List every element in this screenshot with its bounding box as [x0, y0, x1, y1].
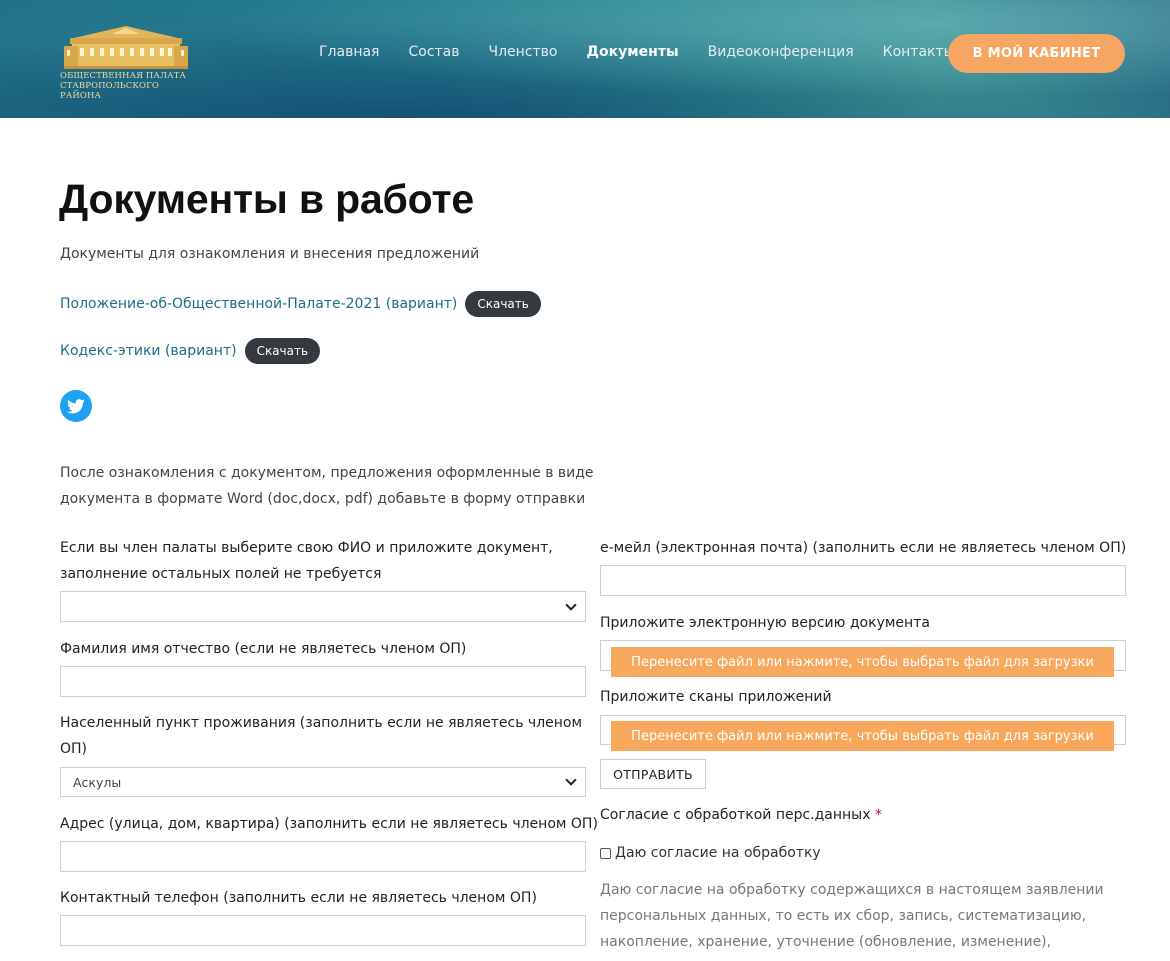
nav-item-contacts[interactable]: Контакты — [883, 44, 955, 60]
main-nav: Главная Состав Членство Документы Видеок… — [319, 44, 984, 60]
consent-checkbox-label[interactable]: Даю согласие на обработку — [615, 845, 821, 861]
page-subtitle: Документы для ознакомления и внесения пр… — [60, 246, 480, 262]
document-link[interactable]: Положение-об-Общественной-Палате-2021 (в… — [60, 296, 457, 312]
consent-label-text: Согласие с обработкой перс.данных — [600, 807, 871, 823]
download-button[interactable]: Скачать — [465, 291, 541, 317]
site-header: ОБЩЕСТВЕННАЯ ПАЛАТА СТАВРОПОЛЬСКОГО РАЙО… — [0, 0, 1170, 118]
nav-item-documents[interactable]: Документы — [587, 44, 679, 60]
phone-label: Контактный телефон (заполнить если не яв… — [60, 890, 537, 906]
twitter-icon[interactable] — [60, 390, 92, 422]
email-input[interactable] — [600, 565, 1126, 596]
logo-line2: СТАВРОПОЛЬСКОГО РАЙОНА — [60, 81, 159, 101]
document-link[interactable]: Кодекс-этики (вариант) — [60, 343, 237, 359]
consent-text: Даю согласие на обработку содержащихся в… — [600, 882, 1104, 961]
scans-upload-button[interactable]: Перенесите файл или нажмите, чтобы выбра… — [611, 721, 1114, 751]
nav-item-videoconference[interactable]: Видеоконференция — [708, 44, 854, 60]
required-mark: * — [874, 807, 882, 823]
doc-upload-label: Приложите электронную версию документа — [600, 615, 930, 631]
phone-input[interactable] — [60, 915, 586, 946]
nav-item-membership[interactable]: Членство — [489, 44, 558, 60]
submit-button[interactable]: ОТПРАВИТЬ — [600, 759, 706, 789]
scans-upload-label: Приложите сканы приложений — [600, 689, 832, 705]
address-label: Адрес (улица, дом, квартира) (заполнить … — [60, 816, 598, 832]
page-title: Документы в работе — [59, 176, 474, 222]
locality-select-value: Аскулы — [73, 774, 122, 790]
instructions-note: После ознакомления с документом, предлож… — [60, 465, 594, 507]
document-row: Положение-об-Общественной-Палате-2021 (в… — [60, 291, 541, 317]
nav-item-members[interactable]: Состав — [408, 44, 459, 60]
locality-select[interactable]: Аскулы — [60, 767, 586, 797]
logo-text: ОБЩЕСТВЕННАЯ ПАЛАТА СТАВРОПОЛЬСКОГО РАЙО… — [60, 71, 192, 101]
member-select[interactable] — [60, 591, 586, 622]
consent-label: Согласие с обработкой перс.данных * — [600, 802, 882, 828]
doc-upload-button[interactable]: Перенесите файл или нажмите, чтобы выбра… — [611, 647, 1114, 677]
chevron-down-icon — [565, 774, 577, 786]
fio-label: Фамилия имя отчество (если не являетесь … — [60, 641, 467, 657]
consent-checkbox[interactable] — [600, 847, 611, 859]
fio-input[interactable] — [60, 666, 586, 697]
member-select-label: Если вы член палаты выберите свою ФИО и … — [60, 540, 553, 582]
nav-item-home[interactable]: Главная — [319, 44, 379, 60]
my-cabinet-button[interactable]: В МОЙ КАБИНЕТ — [948, 34, 1125, 73]
email-label: е-мейл (электронная почта) (заполнить ес… — [600, 540, 1127, 556]
logo-line1: ОБЩЕСТВЕННАЯ ПАЛАТА — [60, 71, 186, 81]
address-input[interactable] — [60, 841, 586, 872]
twitter-bird-icon — [67, 398, 85, 413]
chevron-down-icon — [565, 598, 577, 611]
document-row: Кодекс-этики (вариант) Скачать — [60, 338, 321, 364]
download-button[interactable]: Скачать — [244, 338, 321, 364]
consent-checkbox-row[interactable]: Даю согласие на обработку — [600, 845, 821, 861]
locality-label: Населенный пункт проживания (заполнить е… — [60, 715, 583, 757]
